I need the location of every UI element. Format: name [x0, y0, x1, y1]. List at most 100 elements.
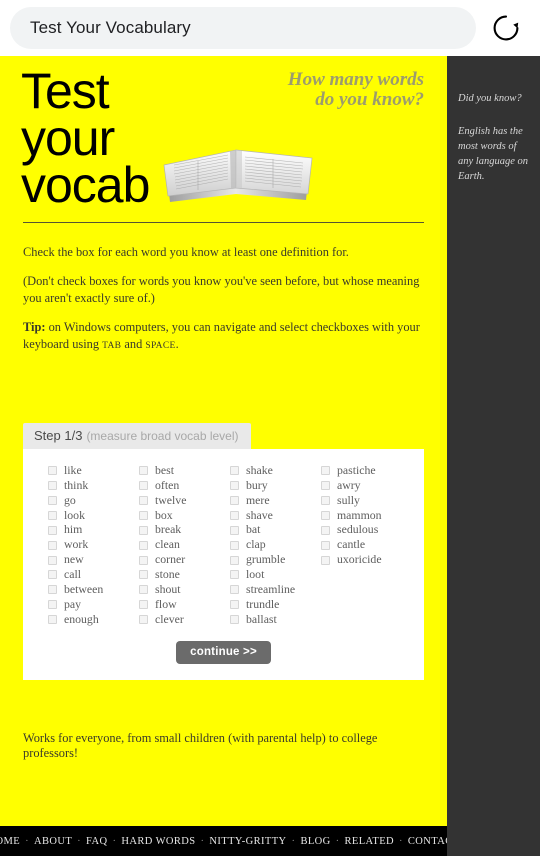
- word-checkbox-item[interactable]: call: [48, 568, 139, 583]
- word-checkbox-item[interactable]: mere: [230, 493, 321, 508]
- word-label: stone: [155, 567, 180, 582]
- checkbox-icon[interactable]: [139, 466, 148, 476]
- checkbox-icon[interactable]: [48, 466, 57, 476]
- checkbox-icon[interactable]: [321, 481, 330, 491]
- word-checkbox-item[interactable]: corner: [139, 553, 230, 568]
- footer-link-faq[interactable]: FAQ: [86, 836, 107, 847]
- word-checkbox-item[interactable]: clean: [139, 538, 230, 553]
- checkbox-icon[interactable]: [230, 585, 239, 595]
- checkbox-icon[interactable]: [321, 525, 330, 535]
- checkbox-icon[interactable]: [48, 510, 57, 520]
- checkbox-icon[interactable]: [48, 525, 57, 535]
- word-checkbox-item[interactable]: twelve: [139, 493, 230, 508]
- reload-icon[interactable]: [482, 4, 530, 52]
- word-checkbox-item[interactable]: box: [139, 508, 230, 523]
- checkbox-icon[interactable]: [48, 585, 57, 595]
- word-label: pay: [64, 596, 82, 611]
- checkbox-icon[interactable]: [321, 555, 330, 565]
- word-checkbox-item[interactable]: enough: [48, 612, 139, 627]
- word-checkbox-item[interactable]: streamline: [230, 582, 321, 597]
- word-checkbox-item[interactable]: ballast: [230, 612, 321, 627]
- checkbox-icon[interactable]: [48, 555, 57, 565]
- right-sidebar: Did you know? English has the most words…: [447, 56, 540, 856]
- word-checkbox-item[interactable]: clap: [230, 538, 321, 553]
- checkbox-icon[interactable]: [230, 600, 239, 610]
- checkbox-icon[interactable]: [230, 570, 239, 580]
- word-checkbox-item[interactable]: new: [48, 553, 139, 568]
- word-checkbox-item[interactable]: work: [48, 538, 139, 553]
- checkbox-icon[interactable]: [139, 600, 148, 610]
- word-checkbox-item[interactable]: loot: [230, 568, 321, 583]
- checkbox-icon[interactable]: [139, 615, 148, 625]
- word-checkbox-item[interactable]: clever: [139, 612, 230, 627]
- word-checkbox-item[interactable]: shout: [139, 582, 230, 597]
- footer-link-related[interactable]: RELATED: [345, 836, 394, 847]
- word-checkbox-item[interactable]: stone: [139, 568, 230, 583]
- word-checkbox-item[interactable]: grumble: [230, 553, 321, 568]
- checkbox-icon[interactable]: [48, 540, 57, 550]
- checkbox-icon[interactable]: [321, 540, 330, 550]
- checkbox-icon[interactable]: [321, 466, 330, 476]
- word-label: clean: [155, 537, 180, 552]
- footer-link-about[interactable]: ABOUT: [34, 836, 72, 847]
- footer-separator: ·: [200, 835, 205, 847]
- word-checkbox-item[interactable]: think: [48, 478, 139, 493]
- footer-link-hard-words[interactable]: HARD WORDS: [121, 836, 195, 847]
- checkbox-icon[interactable]: [139, 510, 148, 520]
- word-checkbox-item[interactable]: cantle: [321, 538, 412, 553]
- word-checkbox-item[interactable]: bury: [230, 478, 321, 493]
- checkbox-icon[interactable]: [230, 481, 239, 491]
- checkbox-icon[interactable]: [48, 481, 57, 491]
- word-checkbox-item[interactable]: break: [139, 523, 230, 538]
- word-checkbox-item[interactable]: best: [139, 463, 230, 478]
- word-checkbox-item[interactable]: pay: [48, 597, 139, 612]
- word-checkbox-item[interactable]: uxoricide: [321, 553, 412, 568]
- checkbox-icon[interactable]: [139, 585, 148, 595]
- footer-link-home[interactable]: HOME: [0, 836, 20, 847]
- checkbox-icon[interactable]: [48, 600, 57, 610]
- checkbox-icon[interactable]: [48, 496, 57, 506]
- word-checkbox-item[interactable]: flow: [139, 597, 230, 612]
- word-checkbox-item[interactable]: trundle: [230, 597, 321, 612]
- checkbox-icon[interactable]: [230, 540, 239, 550]
- footer-link-blog[interactable]: BLOG: [300, 836, 330, 847]
- checkbox-icon[interactable]: [230, 525, 239, 535]
- word-checkbox-item[interactable]: often: [139, 478, 230, 493]
- word-checkbox-item[interactable]: go: [48, 493, 139, 508]
- checkbox-icon[interactable]: [230, 496, 239, 506]
- checkbox-icon[interactable]: [48, 570, 57, 580]
- footer-link-nitty-gritty[interactable]: NITTY-GRITTY: [209, 836, 286, 847]
- word-checkbox-item[interactable]: pastiche: [321, 463, 412, 478]
- word-label: shake: [246, 462, 273, 477]
- word-checkbox-item[interactable]: sully: [321, 493, 412, 508]
- checkbox-icon[interactable]: [139, 496, 148, 506]
- word-checkbox-item[interactable]: bat: [230, 523, 321, 538]
- continue-button[interactable]: continue >>: [176, 641, 271, 665]
- word-checkbox-item[interactable]: look: [48, 508, 139, 523]
- checkbox-icon[interactable]: [139, 481, 148, 491]
- word-label: clap: [246, 537, 266, 552]
- checkbox-icon[interactable]: [321, 510, 330, 520]
- checkbox-icon[interactable]: [139, 570, 148, 580]
- word-checkbox-item[interactable]: shave: [230, 508, 321, 523]
- url-text[interactable]: Test Your Vocabulary: [30, 18, 191, 38]
- word-checkbox-item[interactable]: awry: [321, 478, 412, 493]
- url-bar[interactable]: Test Your Vocabulary: [10, 7, 476, 49]
- word-checkbox-item[interactable]: mammon: [321, 508, 412, 523]
- word-label: mammon: [337, 507, 382, 522]
- checkbox-icon[interactable]: [321, 496, 330, 506]
- word-label: box: [155, 507, 173, 522]
- checkbox-icon[interactable]: [230, 466, 239, 476]
- checkbox-icon[interactable]: [48, 615, 57, 625]
- word-checkbox-item[interactable]: like: [48, 463, 139, 478]
- checkbox-icon[interactable]: [139, 555, 148, 565]
- word-checkbox-item[interactable]: sedulous: [321, 523, 412, 538]
- checkbox-icon[interactable]: [139, 540, 148, 550]
- checkbox-icon[interactable]: [139, 525, 148, 535]
- word-checkbox-item[interactable]: shake: [230, 463, 321, 478]
- word-checkbox-item[interactable]: him: [48, 523, 139, 538]
- word-checkbox-item[interactable]: between: [48, 582, 139, 597]
- checkbox-icon[interactable]: [230, 510, 239, 520]
- checkbox-icon[interactable]: [230, 615, 239, 625]
- checkbox-icon[interactable]: [230, 555, 239, 565]
